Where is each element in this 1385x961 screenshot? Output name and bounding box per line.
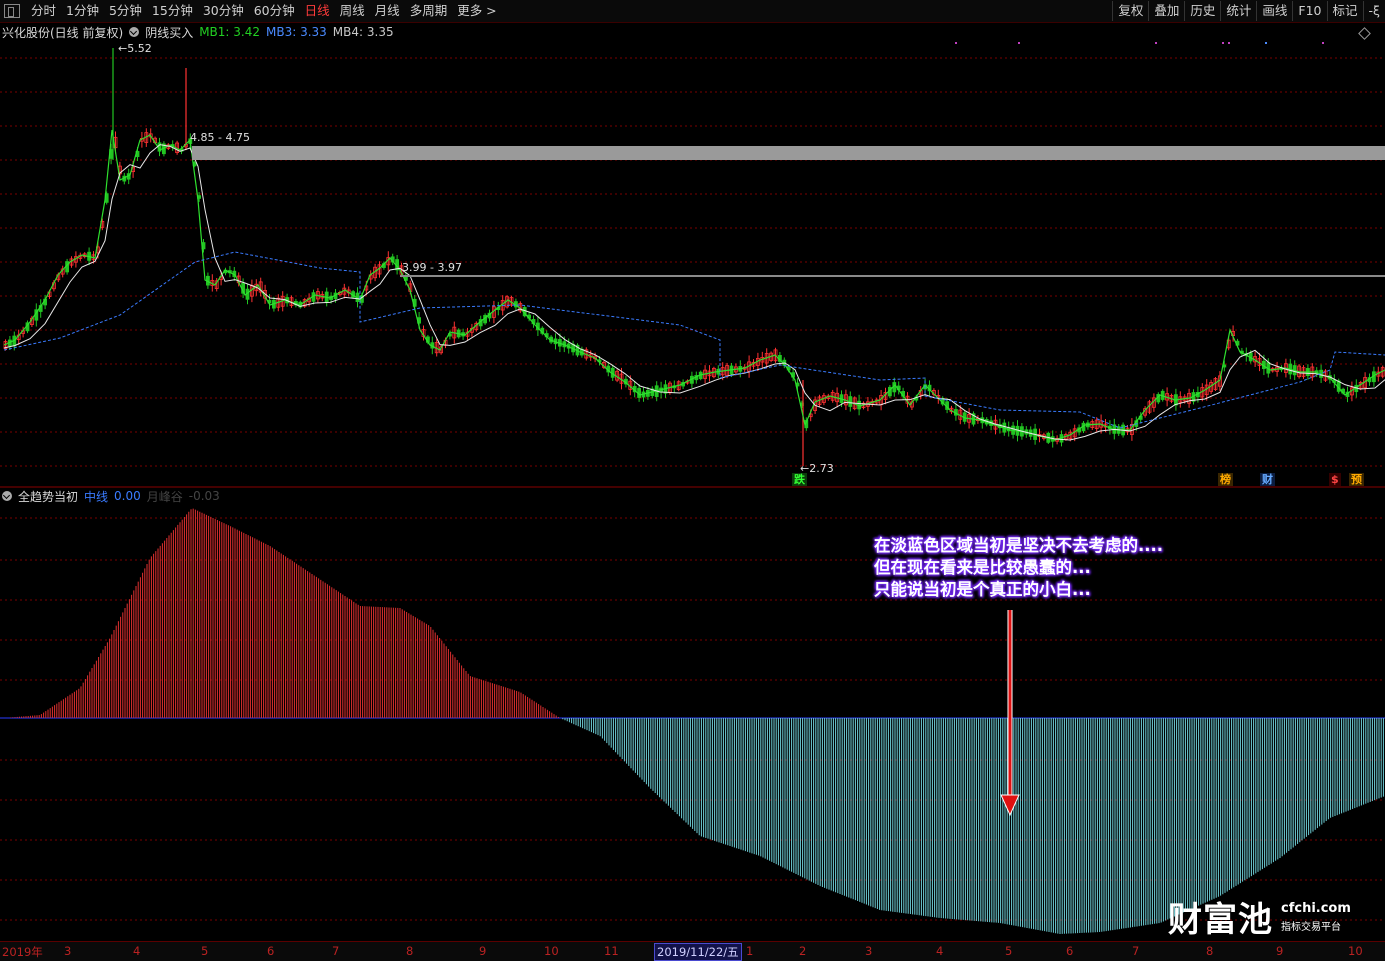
axis-tick: 5: [1005, 944, 1013, 958]
axis-tick: 7: [332, 944, 340, 958]
yuexian-label: 月峰谷: [146, 489, 183, 504]
zone2-label: 3.99 - 3.97: [402, 261, 462, 274]
kline-chart[interactable]: 4.85 - 4.753.99 - 3.97←5.52←2.73: [0, 0, 1385, 960]
axis-tick: 2019年: [2, 945, 43, 959]
signal-dot: [1322, 42, 1324, 44]
annotation-line: 但在现在看来是比较愚蠢的...: [874, 558, 1091, 577]
watermark: 财富池 cfchi.com 指标交易平台: [1168, 892, 1351, 941]
event-marker-dollar[interactable]: $: [1329, 473, 1341, 486]
watermark-domain: cfchi.com: [1281, 900, 1351, 916]
axis-tick: 9: [1276, 944, 1284, 958]
ma-white-line: [3, 144, 1385, 441]
axis-tick: 9: [479, 944, 487, 958]
sub-indicator-name[interactable]: 全趋势当初: [18, 488, 78, 505]
resistance-zone-1: [192, 146, 1385, 160]
axis-tick: 6: [267, 944, 275, 958]
annotation-line: 在淡蓝色区域当初是坚决不去考虑的....: [874, 536, 1164, 555]
ma-blue-line: [3, 251, 1385, 429]
axis-tick: 3: [865, 944, 873, 958]
axis-tick: 5: [201, 944, 209, 958]
signal-dot: [1155, 42, 1157, 44]
signal-dot: [1222, 42, 1224, 44]
axis-tick: 6: [1066, 944, 1074, 958]
axis-tick: 2: [799, 944, 807, 958]
annotation-text: 在淡蓝色区域当初是坚决不去考虑的.... 但在现在看来是比较愚蠢的... 只能说…: [874, 535, 1234, 601]
sub-chart-header: 全趋势当初 中线 0.00 月峰谷 -0.03: [2, 488, 226, 504]
mb4-value: MB4: 3.35: [332, 25, 394, 39]
chevron-down-icon[interactable]: [2, 491, 12, 501]
signal-dot: [1228, 42, 1230, 44]
watermark-logo: 财富池: [1168, 900, 1273, 940]
event-marker-die[interactable]: 跌: [792, 473, 807, 486]
axis-tick: 1: [746, 944, 754, 958]
zone1-label: 4.85 - 4.75: [190, 131, 250, 144]
axis-tick: 10: [1348, 944, 1363, 958]
date-axis: 2019年 3 4 5 6 7 8 9 10 11 2019/11/22/五 1…: [0, 941, 1385, 961]
chevron-down-icon[interactable]: [129, 27, 140, 37]
indicator-name[interactable]: 阴线买入: [145, 24, 193, 41]
axis-tick: 3: [64, 944, 72, 958]
axis-tick: 7: [1132, 944, 1140, 958]
axis-tick: 10: [544, 944, 559, 958]
axis-tick: 8: [406, 944, 414, 958]
main-chart-header: 兴化股份(日线 前复权) 阴线买入 MB1: 3.42 MB3: 3.33 MB…: [2, 24, 400, 40]
signal-dot: [1265, 42, 1267, 44]
yuexian-value: -0.03: [188, 489, 220, 503]
axis-tick: 8: [1206, 944, 1214, 958]
mb3-value: MB3: 3.33: [266, 25, 327, 39]
zhongxian-label: 中线: [84, 489, 109, 504]
axis-tick: 4: [133, 944, 141, 958]
stock-name: 兴化股份(日线 前复权): [2, 25, 124, 40]
cursor-date: 2019/11/22/五: [654, 943, 742, 961]
event-marker-bang[interactable]: 榜: [1218, 473, 1233, 486]
signal-dot: [955, 42, 957, 44]
signal-dot: [1018, 42, 1020, 44]
watermark-tagline: 指标交易平台: [1281, 921, 1341, 933]
event-marker-cai[interactable]: 财: [1260, 473, 1275, 486]
high-label: ←5.52: [118, 42, 152, 55]
zhongxian-value: 0.00: [114, 489, 141, 503]
axis-tick: 11: [604, 944, 619, 958]
axis-tick: 4: [936, 944, 944, 958]
annotation-line: 只能说当初是个真正的小白...: [874, 580, 1091, 599]
event-marker-yu[interactable]: 预: [1349, 473, 1364, 486]
mb1-value: MB1: 3.42: [199, 25, 260, 39]
